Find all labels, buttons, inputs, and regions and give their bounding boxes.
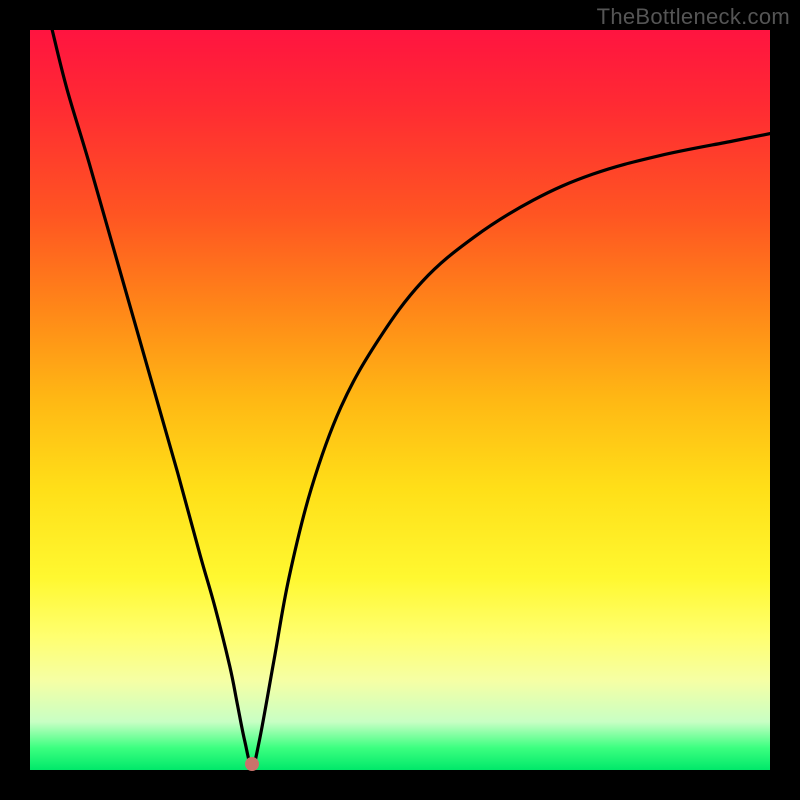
optimum-marker: [245, 757, 259, 771]
chart-plot-area: [30, 30, 770, 770]
watermark-text: TheBottleneck.com: [597, 4, 790, 30]
bottleneck-curve: [30, 30, 770, 770]
